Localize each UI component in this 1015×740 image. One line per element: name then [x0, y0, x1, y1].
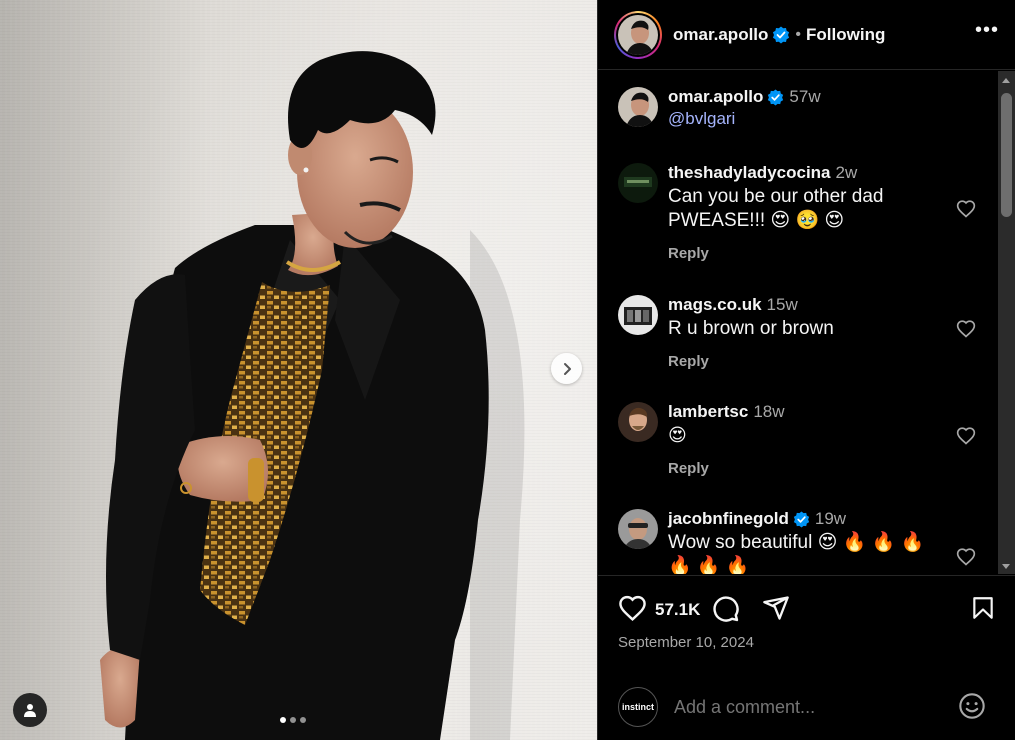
post-media[interactable] [0, 0, 597, 740]
comment-username[interactable]: theshadyladycocina [668, 163, 831, 182]
comment-username[interactable]: lambertsc [668, 402, 748, 421]
scroll-down-arrow[interactable] [1002, 564, 1010, 569]
carousel-dots [280, 717, 306, 723]
reply-button[interactable]: Reply [668, 353, 948, 370]
heart-icon[interactable] [956, 319, 976, 339]
reply-button[interactable]: Reply [668, 245, 948, 262]
current-user-avatar[interactable]: instinct [618, 687, 658, 727]
comments-list[interactable]: omar.apollo 57w @bvlgari theshadyladycoci… [598, 71, 998, 574]
comment-item: lambertsc 18w 😍 Reply [618, 402, 988, 492]
comments-scrollbar[interactable] [998, 71, 1015, 574]
author-avatar [618, 14, 658, 55]
comment-username[interactable]: mags.co.uk [668, 295, 762, 314]
comment-text: R u brown or brown [668, 318, 834, 339]
header-separator: • [795, 25, 802, 43]
like-heart-icon[interactable] [618, 594, 647, 623]
likes-count[interactable]: 57.1K [655, 600, 700, 620]
carousel-dot [280, 717, 286, 723]
commenter-avatar[interactable] [618, 295, 658, 335]
comment-username[interactable]: jacobnfinegold [668, 509, 789, 528]
comment-item: jacobnfinegold 19w Wow so beautiful 😍 🔥 🔥… [618, 509, 988, 574]
caption-time: 57w [789, 87, 821, 106]
commenter-avatar[interactable] [618, 402, 658, 442]
author-username[interactable]: omar.apollo [673, 25, 768, 45]
commenter-avatar[interactable] [618, 509, 658, 549]
more-options-icon[interactable]: ••• [975, 19, 999, 50]
comment-item: theshadyladycocina 2w Can you be our othe… [618, 163, 988, 273]
emoji-icon[interactable] [958, 692, 986, 720]
user-tag-icon [24, 704, 36, 717]
post-date: September 10, 2024 [618, 634, 754, 651]
bookmark-icon[interactable] [970, 594, 996, 622]
comment-time: 18w [753, 402, 785, 421]
comment-text: 😍 [668, 425, 687, 446]
comment-time: 15w [766, 295, 798, 314]
caption-mention-link[interactable]: @bvlgari [668, 109, 948, 129]
caption-username[interactable]: omar.apollo [668, 87, 763, 106]
share-icon[interactable] [762, 594, 790, 622]
scroll-up-arrow[interactable] [1002, 78, 1010, 83]
comment-time: 2w [835, 163, 858, 182]
reply-button[interactable]: Reply [668, 460, 948, 477]
post-side-panel: omar.apollo • Following ••• omar.apollo 5… [597, 0, 1015, 740]
author-avatar-ring[interactable] [614, 10, 662, 59]
verified-badge-icon [768, 89, 784, 106]
user-tags-button[interactable] [13, 693, 47, 727]
comment-time: 19w [814, 509, 847, 528]
comment-item: mags.co.uk 15w R u brown or brown Reply [618, 295, 988, 385]
post-header: omar.apollo • Following ••• [598, 0, 1015, 70]
next-arrow-icon [563, 362, 571, 375]
comment-text: Wow so beautiful 😍 🔥 🔥 🔥 🔥 🔥 🔥 [668, 532, 925, 574]
heart-icon[interactable] [956, 199, 976, 219]
carousel-dot [300, 717, 306, 723]
add-comment-bar: instinct [598, 674, 1015, 740]
comment-input[interactable] [674, 696, 944, 718]
carousel-dot [290, 717, 296, 723]
commenter-avatar[interactable] [618, 163, 658, 203]
next-photo-button[interactable] [551, 353, 582, 384]
caption-item: omar.apollo 57w @bvlgari [618, 87, 988, 147]
scrollbar-thumb[interactable] [1001, 93, 1012, 217]
comment-icon[interactable] [711, 594, 740, 623]
verified-badge-icon [773, 26, 790, 43]
verified-badge-icon [793, 511, 810, 528]
caption-author-avatar[interactable] [618, 87, 658, 127]
heart-icon[interactable] [956, 547, 976, 567]
comment-text: Can you be our other dad PWEASE!!! 😍 🥹 😍 [668, 186, 884, 231]
post-photo-figure [100, 51, 525, 740]
heart-icon[interactable] [956, 426, 976, 446]
post-actions: 57.1K September 10, 2024 [598, 575, 1015, 665]
following-button[interactable]: Following [806, 25, 885, 45]
